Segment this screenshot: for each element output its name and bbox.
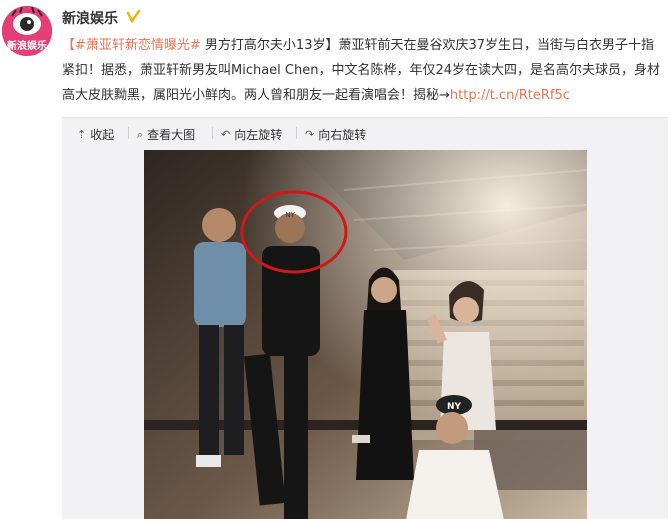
short-link[interactable]: http://t.cn/RteRf5c bbox=[450, 88, 570, 103]
toolbar-divider bbox=[296, 127, 297, 139]
magnifier-icon: ⌕ bbox=[137, 127, 144, 141]
rotate-left-icon: ↶ bbox=[221, 128, 231, 141]
account-name[interactable]: 新浪娱乐 bbox=[62, 8, 118, 28]
avatar-text: 新浪娱乐 bbox=[7, 39, 47, 52]
rotate-right-icon: ↷ bbox=[305, 128, 315, 141]
avatar[interactable]: 新浪娱乐 bbox=[2, 6, 52, 56]
collapse-button[interactable]: ⇡ 收起 bbox=[77, 126, 114, 143]
ny-cap-text: NY bbox=[447, 402, 462, 412]
view-large-label: 查看大图 bbox=[147, 128, 196, 142]
rotate-left-label: 向左旋转 bbox=[234, 128, 283, 142]
toolbar-divider bbox=[128, 127, 129, 139]
cap-text: NY bbox=[285, 211, 295, 219]
arrow-up-icon: ⇡ bbox=[77, 128, 87, 141]
post-headline: 男方打高尔夫小13岁】 bbox=[200, 38, 339, 53]
post-text: 【#萧亚轩新恋情曝光# 男方打高尔夫小13岁】萧亚轩前天在曼谷欢庆37岁生日，当… bbox=[62, 33, 662, 108]
post-photo[interactable]: NY NY bbox=[144, 150, 587, 519]
sina-ent-logo-icon: 新浪娱乐 bbox=[2, 6, 52, 56]
media-card: ⇡ 收起 ⌕ 查看大图 ↶ 向左旋转 ↷ 向右旋转 NY NY bbox=[62, 117, 668, 519]
rotate-right-button[interactable]: ↷ 向右旋转 bbox=[305, 126, 366, 143]
toolbar-divider bbox=[212, 127, 213, 139]
media-toolbar: ⇡ 收起 ⌕ 查看大图 ↶ 向左旋转 ↷ 向右旋转 bbox=[62, 118, 668, 148]
topic-link[interactable]: 【#萧亚轩新恋情曝光# bbox=[62, 38, 201, 53]
view-large-button[interactable]: ⌕ 查看大图 bbox=[137, 126, 195, 143]
concert-group-photo: NY NY bbox=[144, 150, 587, 519]
collapse-label: 收起 bbox=[90, 128, 115, 142]
rotate-right-label: 向右旋转 bbox=[318, 128, 367, 142]
verified-badge-icon bbox=[126, 9, 141, 24]
rotate-left-button[interactable]: ↶ 向左旋转 bbox=[221, 126, 282, 143]
weibo-post: 新浪娱乐 新浪娱乐 【#萧亚轩新恋情曝光# 男方打高尔夫小13岁】萧亚轩前天在曼… bbox=[0, 0, 671, 519]
